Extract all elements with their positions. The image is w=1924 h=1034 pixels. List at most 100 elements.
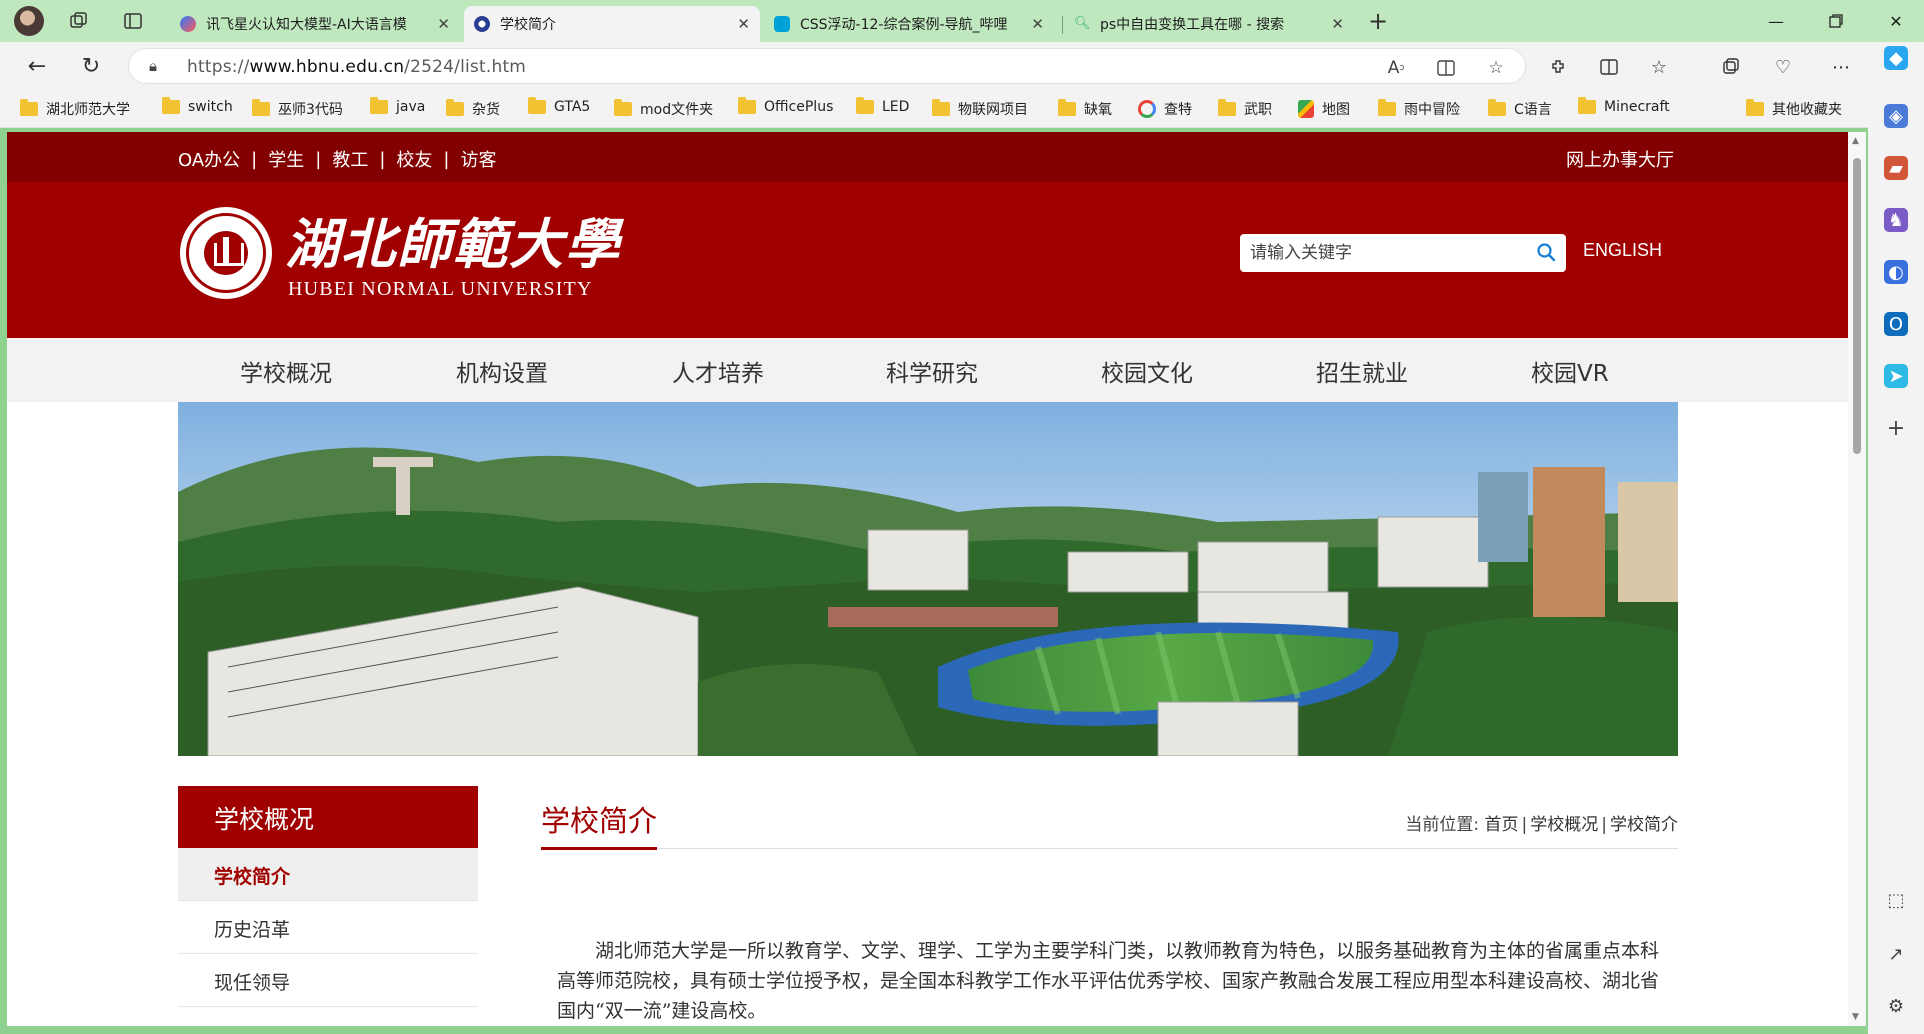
add-sidebar-app-icon[interactable]: +	[1884, 416, 1908, 441]
bookmark-hbnu[interactable]: 湖北师范大学	[20, 99, 130, 119]
bookmark-misc[interactable]: 杂货	[446, 99, 500, 119]
page-scrollbar[interactable]: ▲ ▼	[1848, 132, 1866, 1026]
url-field[interactable]: 🔒︎ https://www.hbnu.edu.cn/2524/list.htm…	[128, 48, 1526, 84]
bookmark-other-favorites[interactable]: 其他收藏夹	[1746, 99, 1842, 119]
refresh-icon[interactable]: ↻	[76, 52, 106, 80]
folder-icon	[20, 99, 38, 116]
tools-icon[interactable]: ▰	[1884, 156, 1908, 180]
browser-essentials-icon[interactable]: ♡	[1770, 54, 1796, 80]
tab-actions-icon[interactable]	[120, 8, 146, 34]
close-window-icon[interactable]: ✕	[1874, 8, 1918, 34]
nav-campus-vr[interactable]: 校园VR	[1531, 354, 1609, 388]
bookmark-witcher3[interactable]: 巫师3代码	[252, 99, 343, 119]
site-search	[1240, 234, 1566, 272]
url-text[interactable]: https://www.hbnu.edu.cn/2524/list.htm	[187, 57, 526, 77]
bookmark-chate[interactable]: 查特	[1138, 99, 1192, 119]
bookmark-mod-folder[interactable]: mod文件夹	[614, 99, 713, 119]
bookmark-led[interactable]: LED	[856, 97, 909, 115]
online-service-hall-link[interactable]: 网上办事大厅	[1566, 146, 1674, 172]
more-menu-icon[interactable]: ⋯	[1828, 54, 1854, 80]
new-tab-icon[interactable]: +	[1365, 7, 1391, 35]
close-icon[interactable]: ✕	[437, 15, 450, 33]
top-link-students[interactable]: 学生	[268, 146, 304, 172]
bookmark-gta5[interactable]: GTA5	[528, 97, 590, 115]
collections-icon[interactable]	[1718, 54, 1744, 80]
drop-icon[interactable]: ➤	[1884, 364, 1908, 388]
bookmark-switch[interactable]: switch	[162, 97, 233, 115]
nav-school-overview[interactable]: 学校概况	[240, 354, 332, 388]
workspaces-icon[interactable]	[66, 8, 92, 34]
divider: |	[251, 148, 258, 170]
copilot-icon[interactable]: ◆	[1884, 46, 1908, 70]
side-item-school-intro[interactable]: 学校简介	[178, 848, 478, 901]
games-icon[interactable]: ♞	[1884, 208, 1908, 232]
nav-admissions[interactable]: 招生就业	[1316, 354, 1408, 388]
search-icon[interactable]	[1536, 242, 1556, 262]
lock-icon[interactable]: 🔒︎	[149, 57, 157, 75]
tab-spark[interactable]: 讯飞星火认知大模型-AI大语言模 ✕	[170, 6, 460, 42]
bookmark-wuzhi[interactable]: 武职	[1218, 99, 1272, 119]
split-screen-icon[interactable]	[1596, 54, 1622, 80]
immersive-reader-icon[interactable]	[1435, 57, 1457, 79]
university-seal-logo[interactable]	[180, 207, 272, 299]
outlook-icon[interactable]: O	[1884, 312, 1908, 336]
close-icon[interactable]: ✕	[737, 15, 750, 33]
nav-organization[interactable]: 机构设置	[456, 354, 548, 388]
spark-favicon-icon	[180, 16, 196, 32]
side-item-current-leaders[interactable]: 现任领导	[178, 954, 478, 1007]
extensions-icon[interactable]	[1546, 54, 1572, 80]
minimize-icon[interactable]: —	[1754, 8, 1798, 34]
bookmark-java[interactable]: java	[370, 97, 425, 115]
breadcrumb-overview[interactable]: 学校概况	[1530, 815, 1598, 835]
nav-research[interactable]: 科学研究	[886, 354, 978, 388]
nav-talent-cultivation[interactable]: 人才培养	[672, 354, 764, 388]
university-name-english[interactable]: HUBEI NORMAL UNIVERSITY	[288, 278, 593, 301]
side-item-partial[interactable]	[178, 1007, 478, 1026]
bookmark-oxygen[interactable]: 缺氧	[1058, 99, 1112, 119]
settings-gear-icon[interactable]: ⚙	[1884, 994, 1908, 1018]
back-icon[interactable]: ←	[22, 52, 52, 80]
bookmark-officeplus[interactable]: OfficePlus	[738, 97, 833, 115]
search-input[interactable]	[1250, 240, 1520, 266]
profile-avatar[interactable]	[14, 6, 44, 36]
close-icon[interactable]: ✕	[1331, 15, 1344, 33]
bookmark-iot-project[interactable]: 物联网项目	[932, 99, 1028, 119]
favorite-star-icon[interactable]: ☆	[1485, 57, 1507, 79]
scrollbar-thumb[interactable]	[1853, 158, 1861, 454]
tab-school-intro[interactable]: 学校简介 ✕	[464, 6, 760, 42]
folder-icon	[1746, 99, 1764, 116]
breadcrumb-intro[interactable]: 学校简介	[1610, 815, 1678, 835]
intro-paragraph: 湖北师范大学是一所以教育学、文学、理学、工学为主要学科门类，以教师教育为特色，以…	[557, 940, 1660, 1022]
top-link-staff[interactable]: 教工	[332, 146, 368, 172]
breadcrumb-home[interactable]: 首页	[1485, 815, 1519, 835]
top-link-oa[interactable]: OA办公	[178, 146, 240, 172]
folder-icon	[1378, 99, 1396, 116]
close-icon[interactable]: ✕	[1031, 15, 1044, 33]
english-link[interactable]: ENGLISH	[1583, 240, 1662, 261]
read-aloud-icon[interactable]: Aↄ	[1385, 57, 1407, 79]
bookmark-risk-of-rain[interactable]: 雨中冒险	[1378, 99, 1460, 119]
restore-icon[interactable]	[1814, 8, 1858, 34]
screenshot-icon[interactable]: ⬚	[1884, 888, 1908, 912]
tab-title: CSS浮动-12-综合案例-导航_哔哩	[800, 17, 1008, 33]
top-link-alumni[interactable]: 校友	[396, 146, 432, 172]
nav-campus-culture[interactable]: 校园文化	[1101, 354, 1193, 388]
open-external-icon[interactable]: ↗	[1884, 942, 1908, 966]
tab-bilibili[interactable]: CSS浮动-12-综合案例-导航_哔哩 ✕	[764, 6, 1054, 42]
bookmark-minecraft[interactable]: Minecraft	[1578, 97, 1670, 115]
university-name-calligraphy[interactable]: 湖北師範大學	[285, 200, 621, 279]
site-top-bar: OA办公 | 学生 | 教工 | 校友 | 访客 网上办事大厅	[7, 132, 1848, 182]
site-header: 湖北師範大學 HUBEI NORMAL UNIVERSITY ENGLISH	[7, 182, 1848, 338]
bookmark-c-language[interactable]: C语言	[1488, 99, 1552, 119]
side-item-history[interactable]: 历史沿革	[178, 901, 478, 954]
folder-icon	[162, 97, 180, 114]
scroll-up-icon[interactable]: ▲	[1852, 136, 1859, 146]
top-link-visitors[interactable]: 访客	[460, 146, 496, 172]
shopping-tag-icon[interactable]: ◈	[1884, 104, 1908, 128]
bookmark-map[interactable]: 地图	[1298, 99, 1350, 119]
favorites-icon[interactable]: ☆	[1646, 54, 1672, 80]
microsoft365-icon[interactable]: ◐	[1884, 260, 1908, 284]
folder-icon	[856, 97, 874, 114]
scroll-down-icon[interactable]: ▼	[1852, 1012, 1859, 1022]
tab-bing-search[interactable]: 🔍︎ ps中自由变换工具在哪 - 搜索 ✕	[1064, 6, 1354, 42]
